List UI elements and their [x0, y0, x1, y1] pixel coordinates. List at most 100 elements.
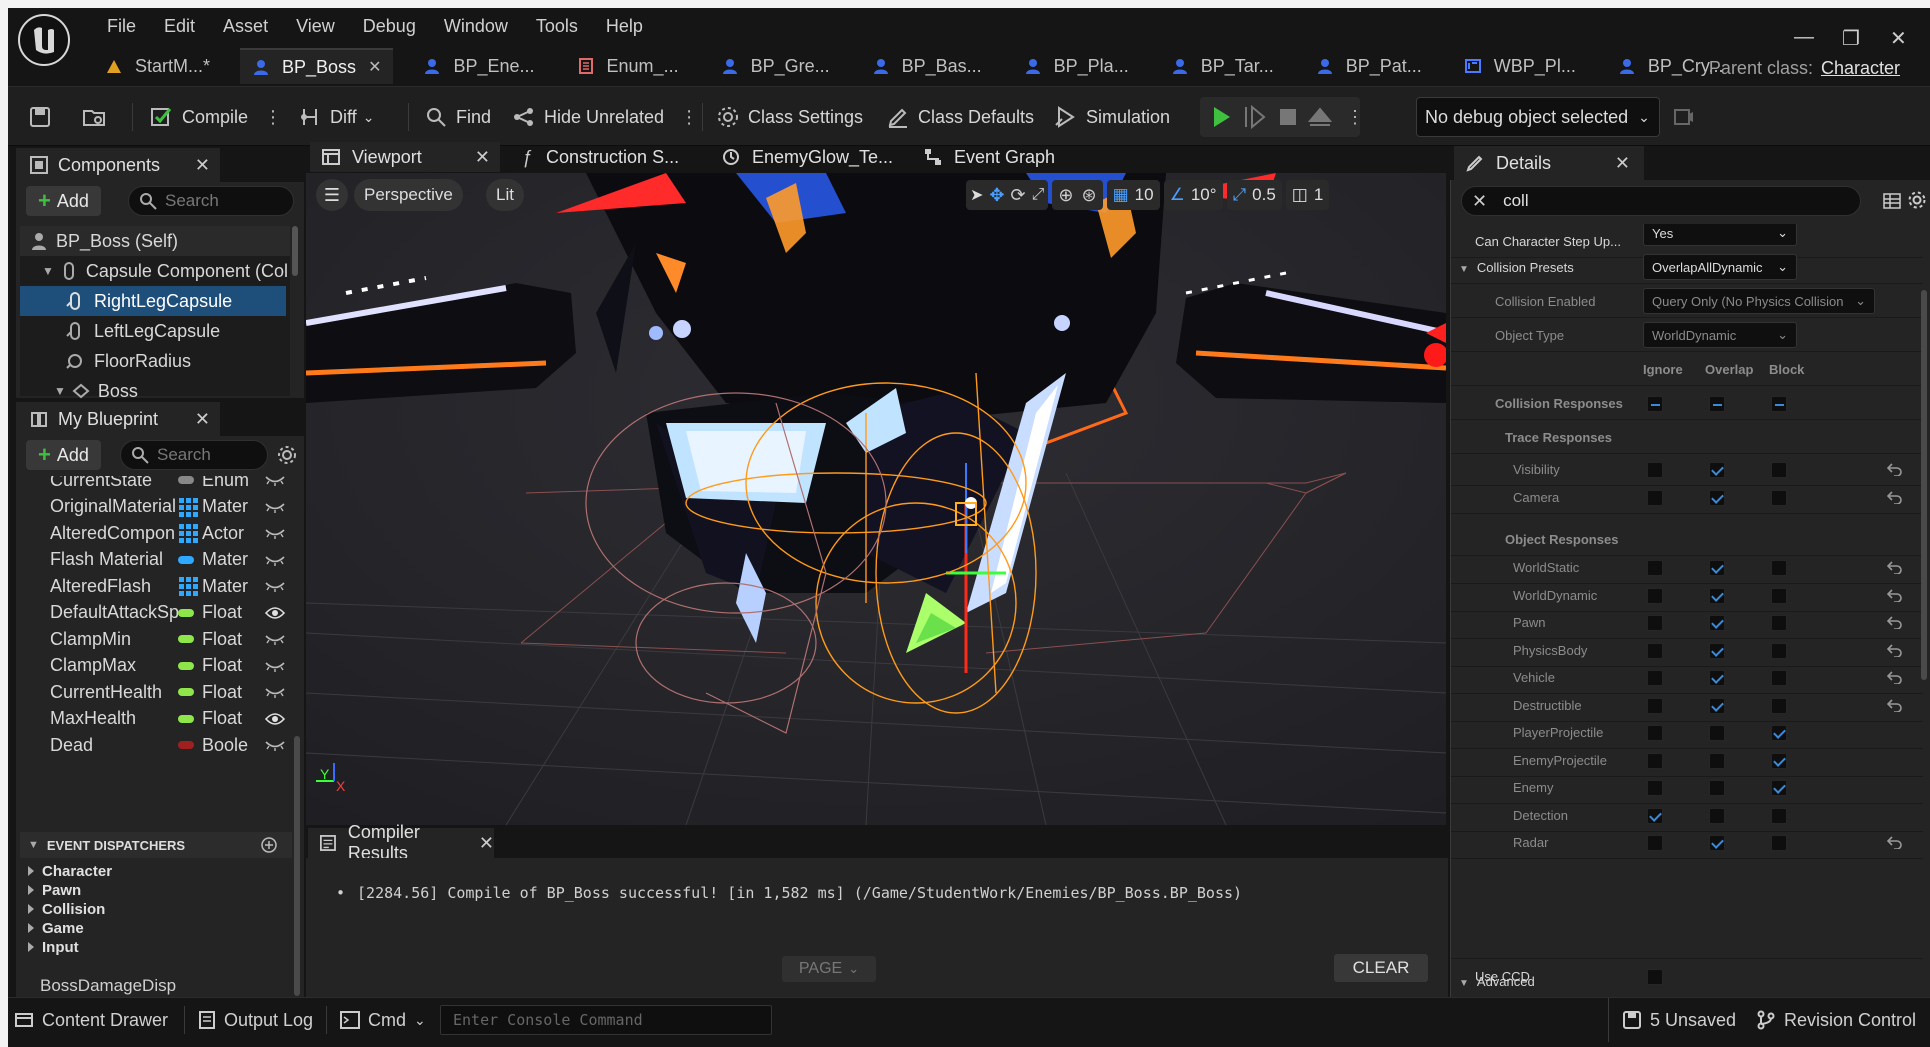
- block-checkbox[interactable]: [1771, 725, 1787, 741]
- clear-search-icon[interactable]: ✕: [1472, 191, 1487, 212]
- details-scrollbar[interactable]: [1921, 290, 1927, 680]
- reset-to-default-icon[interactable]: [1887, 643, 1903, 657]
- clear-button[interactable]: CLEAR: [1334, 954, 1428, 982]
- component-right-leg-capsule[interactable]: RightLegCapsule: [66, 286, 232, 316]
- doc-tab[interactable]: BP_Pat...: [1304, 48, 1434, 84]
- block-checkbox[interactable]: [1771, 642, 1787, 659]
- close-tab-icon[interactable]: ✕: [195, 155, 210, 176]
- can-step-up-dropdown[interactable]: Yes ⌄: [1643, 224, 1797, 246]
- block-checkbox[interactable]: [1771, 670, 1787, 686]
- doc-tab[interactable]: BP_Ene...: [411, 48, 546, 84]
- doc-tab[interactable]: BP_Tar...: [1159, 48, 1286, 84]
- ignore-checkbox[interactable]: [1647, 489, 1663, 506]
- ignore-checkbox[interactable]: [1647, 462, 1663, 478]
- debug-filter-button[interactable]: [1672, 87, 1704, 147]
- eye-closed-icon[interactable]: [265, 685, 285, 699]
- doc-tab[interactable]: StartM...*: [93, 48, 222, 84]
- menu-item-view[interactable]: View: [282, 14, 349, 38]
- compile-options-icon[interactable]: ⋮: [264, 107, 282, 128]
- content-drawer-button[interactable]: Content Drawer: [14, 998, 168, 1042]
- eye-open-icon[interactable]: [265, 712, 285, 726]
- collision-presets-dropdown[interactable]: OverlapAllDynamic ⌄: [1643, 254, 1797, 280]
- ignore-checkbox[interactable]: [1647, 807, 1663, 824]
- tab-details[interactable]: Details ✕: [1454, 146, 1644, 180]
- class-defaults-button[interactable]: Class Defaults: [886, 87, 1034, 147]
- block-checkbox[interactable]: [1771, 462, 1787, 478]
- close-tab-icon[interactable]: ✕: [475, 147, 490, 168]
- output-log-button[interactable]: Output Log: [198, 998, 313, 1042]
- tab-viewport[interactable]: Viewport ✕: [310, 142, 500, 172]
- class-settings-button[interactable]: Class Settings: [716, 87, 863, 147]
- components-scrollbar[interactable]: [292, 226, 298, 276]
- overlap-checkbox[interactable]: [1709, 752, 1725, 769]
- overlap-checkbox[interactable]: [1709, 642, 1725, 659]
- compile-button[interactable]: Compile ⋮: [150, 87, 282, 147]
- doc-tab[interactable]: Enum_...: [565, 48, 691, 84]
- reset-to-default-icon[interactable]: [1887, 615, 1903, 629]
- camera-speed[interactable]: ◫ 1: [1285, 180, 1330, 210]
- eye-open-icon[interactable]: [265, 606, 285, 620]
- tab-components[interactable]: Components ✕: [16, 148, 220, 182]
- settings-gear-icon[interactable]: [1907, 190, 1927, 210]
- component-left-leg-capsule[interactable]: LeftLegCapsule: [66, 316, 220, 346]
- doc-tab[interactable]: BP_Gre...: [709, 48, 842, 84]
- ignore-checkbox[interactable]: [1647, 780, 1663, 796]
- eye-closed-icon[interactable]: [265, 526, 285, 540]
- overlap-checkbox[interactable]: [1709, 587, 1725, 604]
- reset-to-default-icon[interactable]: [1887, 490, 1903, 504]
- overlap-checkbox[interactable]: [1709, 560, 1725, 576]
- ignore-checkbox[interactable]: [1647, 587, 1663, 604]
- viewport-3d[interactable]: Y X ☰ Perspective Lit ➤ ✥ ⟳ ⤢ ⊕ ⊛ ▦ 10 ∠ 1…: [306, 173, 1446, 825]
- my-blueprint-search-input[interactable]: Search: [120, 440, 268, 470]
- close-tab-icon[interactable]: ✕: [368, 57, 381, 77]
- close-window-icon[interactable]: ✕: [1890, 26, 1907, 51]
- reset-to-default-icon[interactable]: [1887, 588, 1903, 602]
- tab-event-graph[interactable]: Event Graph: [924, 142, 1055, 172]
- eye-closed-icon[interactable]: [265, 659, 285, 673]
- tab-enemyglow-timeline[interactable]: EnemyGlow_Te...: [722, 142, 893, 172]
- components-search-input[interactable]: Search: [128, 186, 294, 216]
- overlap-checkbox[interactable]: [1709, 725, 1725, 741]
- debug-object-dropdown[interactable]: No debug object selected ⌄: [1416, 97, 1660, 137]
- ignore-checkbox[interactable]: [1647, 642, 1663, 659]
- block-checkbox[interactable]: [1771, 587, 1787, 604]
- more-options-icon[interactable]: ⋮: [680, 107, 698, 128]
- browse-button[interactable]: [82, 87, 114, 147]
- ignore-checkbox[interactable]: [1647, 560, 1663, 576]
- component-capsule[interactable]: ▼ Capsule Component (Col: [42, 256, 288, 286]
- ignore-checkbox[interactable]: [1647, 752, 1663, 769]
- menu-item-tools[interactable]: Tools: [522, 14, 592, 38]
- add-member-button[interactable]: + Add: [26, 440, 101, 470]
- overlap-checkbox[interactable]: [1709, 807, 1725, 824]
- lit-mode-button[interactable]: Lit: [486, 179, 524, 211]
- ignore-all-checkbox[interactable]: [1647, 396, 1663, 412]
- details-search-input[interactable]: ✕ coll: [1461, 186, 1861, 216]
- save-button[interactable]: [28, 87, 60, 147]
- grid-snap[interactable]: ▦ 10: [1106, 180, 1160, 210]
- eye-closed-icon[interactable]: [265, 738, 285, 752]
- block-checkbox[interactable]: [1771, 615, 1787, 631]
- rotate-icon[interactable]: ⟳: [1011, 185, 1026, 206]
- ignore-checkbox[interactable]: [1647, 835, 1663, 851]
- move-icon[interactable]: ✥: [989, 185, 1004, 206]
- tab-construction-script[interactable]: ƒ Construction S...: [522, 142, 679, 172]
- menu-item-asset[interactable]: Asset: [209, 14, 282, 38]
- reset-to-default-icon[interactable]: [1887, 698, 1903, 712]
- world-space-icon[interactable]: ⊕: [1058, 185, 1073, 206]
- menu-item-help[interactable]: Help: [592, 14, 657, 38]
- block-all-checkbox[interactable]: [1771, 396, 1787, 412]
- doc-tab[interactable]: BP_Bas...: [860, 48, 994, 84]
- use-ccd-checkbox[interactable]: [1647, 969, 1663, 985]
- menu-item-debug[interactable]: Debug: [349, 14, 430, 38]
- event-dispatchers-header[interactable]: ▼ EVENT DISPATCHERS: [20, 832, 292, 858]
- object-type-dropdown[interactable]: WorldDynamic ⌄: [1643, 322, 1797, 348]
- eye-closed-icon[interactable]: [265, 632, 285, 646]
- menu-item-edit[interactable]: Edit: [150, 14, 209, 38]
- variable-row[interactable]: Dead Boolea: [20, 729, 285, 761]
- scale-snap[interactable]: ⤢ 0.5: [1226, 180, 1282, 210]
- select-arrow-icon[interactable]: ➤: [970, 185, 983, 205]
- overlap-all-checkbox[interactable]: [1709, 396, 1725, 412]
- eye-closed-icon[interactable]: [265, 579, 285, 593]
- ignore-checkbox[interactable]: [1647, 725, 1663, 741]
- overlap-checkbox[interactable]: [1709, 462, 1725, 478]
